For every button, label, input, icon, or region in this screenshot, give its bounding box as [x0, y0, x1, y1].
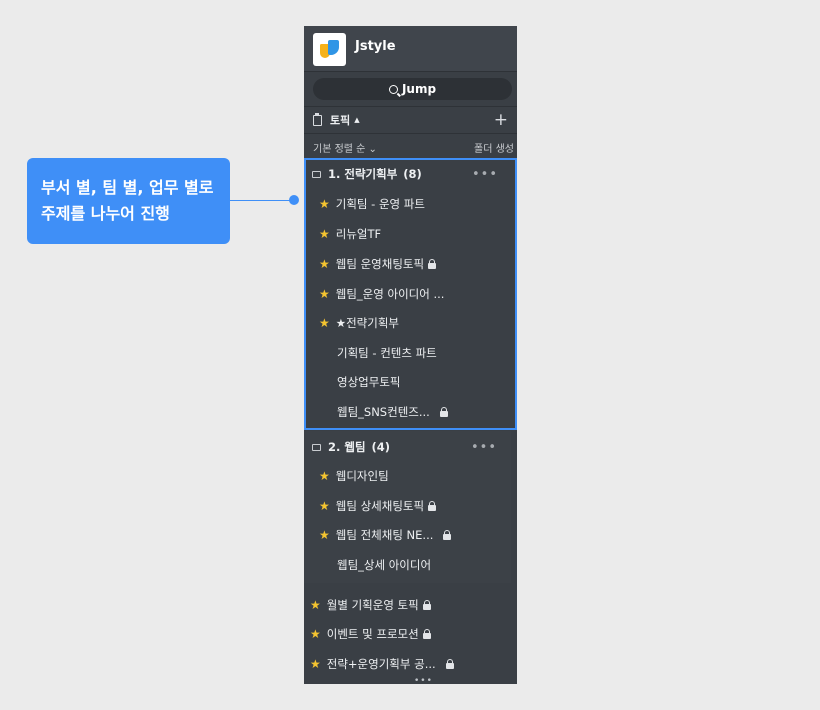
topic-section-label[interactable]: 토픽: [330, 112, 350, 128]
folder-title: 1. 전략기획부: [328, 167, 398, 181]
caret-up-icon[interactable]: ▲: [354, 116, 359, 124]
team-logo: [313, 33, 346, 66]
topic-item[interactable]: ★ 기획팀 - 운영 파트: [319, 194, 425, 214]
more-dots-icon[interactable]: •••: [471, 440, 497, 455]
topic-sidebar: Jstyle Jump 토픽 ▲ + 기본 정렬 순 ⌄ 폴더 생성 1. 전략…: [304, 26, 517, 684]
topic-label: 영상업무토픽: [337, 375, 401, 389]
folder-group-strategy: 1. 전략기획부 (8) ••• ★ 기획팀 - 운영 파트 ★ 리뉴얼TF ★…: [304, 158, 517, 430]
topic-label: 웹팀 상세채팅토픽: [335, 499, 425, 513]
topic-label: 웹팀_SNS컨텐즈...: [337, 405, 430, 419]
topic-label: ★전략기획부: [335, 316, 399, 330]
topic-label: 리뉴얼TF: [335, 227, 382, 241]
topic-label: 웹디자인팀: [335, 469, 389, 483]
jump-button[interactable]: Jump: [313, 78, 512, 100]
topic-label: 이벤트 및 프로모션: [326, 627, 419, 641]
folder-icon: [312, 170, 321, 178]
topic-item[interactable]: ★ 이벤트 및 프로모션: [310, 624, 431, 644]
topic-item[interactable]: ★ ★전략기획부: [319, 313, 399, 333]
topic-label: 웹팀 운영채팅토픽: [335, 257, 425, 271]
topic-label: 기획팀 - 운영 파트: [335, 197, 425, 211]
folder-count: (8): [403, 167, 422, 181]
callout-line-2: 주제를 나누어 진행: [41, 204, 170, 223]
lock-icon: [428, 500, 437, 511]
topic-label: 전략+운영기획부 공...: [326, 657, 436, 671]
star-icon: ★: [319, 257, 330, 271]
team-name: Jstyle: [355, 39, 396, 54]
folder-icon: [312, 443, 321, 451]
more-dots-icon[interactable]: •••: [472, 167, 498, 182]
topic-item[interactable]: ★ 전략+운영기획부 공...: [310, 654, 454, 674]
topic-label: 웹팀_운영 아이디어 ...: [335, 287, 445, 301]
topic-item[interactable]: ★ 웹팀 전체채팅 NE...: [319, 525, 452, 545]
lock-icon: [445, 658, 454, 669]
star-icon: ★: [319, 499, 330, 513]
plus-icon[interactable]: +: [494, 110, 508, 130]
create-folder-button[interactable]: 폴더 생성: [474, 140, 514, 155]
topic-item[interactable]: ★ 웹팀_운영 아이디어 ...: [319, 284, 444, 304]
topic-item[interactable]: 웹팀_SNS컨텐즈...: [337, 402, 467, 422]
annotation-callout: 부서 별, 팀 별, 업무 별로 주제를 나누어 진행: [27, 158, 230, 244]
clipboard-icon: [313, 112, 322, 126]
topic-item[interactable]: ★ 리뉴얼TF: [319, 224, 381, 244]
sort-bar: 기본 정렬 순 ⌄ 폴더 생성: [304, 134, 517, 157]
topic-item[interactable]: ★ 웹팀 상세채팅토픽: [319, 496, 437, 516]
folder-group-web: 2. 웹팀 (4) ••• ★ 웹디자인팀 ★ 웹팀 상세채팅토픽 ★ 웹팀 전…: [304, 431, 511, 583]
sort-dropdown[interactable]: 기본 정렬 순 ⌄: [313, 140, 377, 155]
topic-section-header: 토픽 ▲ +: [304, 107, 517, 134]
folder-header[interactable]: 2. 웹팀 (4) •••: [312, 437, 511, 457]
resize-handle[interactable]: •••: [414, 676, 433, 684]
star-icon: ★: [310, 598, 321, 612]
folder-header[interactable]: 1. 전략기획부 (8) •••: [312, 164, 512, 184]
topic-item[interactable]: ★ 웹팀 운영채팅토픽: [319, 254, 437, 274]
star-icon: ★: [319, 469, 330, 483]
topic-item[interactable]: ★ 웹디자인팀: [319, 466, 389, 486]
star-icon: ★: [319, 287, 330, 301]
lock-icon: [428, 258, 437, 269]
jump-label: Jump: [401, 82, 437, 96]
jump-area: Jump: [304, 72, 517, 107]
star-icon: ★: [310, 657, 321, 671]
topic-item[interactable]: ★ 월별 기획운영 토픽: [310, 595, 431, 615]
search-icon: [388, 84, 398, 94]
topic-item[interactable]: 영상업무토픽: [337, 372, 400, 392]
topic-item[interactable]: 기획팀 - 컨텐츠 파트: [337, 343, 437, 363]
star-icon: ★: [319, 316, 330, 330]
topic-item[interactable]: 웹팀_상세 아이디어: [337, 555, 431, 575]
lock-icon: [422, 628, 431, 639]
callout-connector: [230, 200, 294, 201]
lock-icon: [439, 406, 448, 417]
star-icon: ★: [319, 227, 330, 241]
callout-line-1: 부서 별, 팀 별, 업무 별로: [41, 178, 214, 197]
lock-icon: [422, 599, 431, 610]
topic-label: 웹팀_상세 아이디어: [337, 558, 432, 572]
star-icon: ★: [319, 197, 330, 211]
star-icon: ★: [310, 627, 321, 641]
team-header[interactable]: Jstyle: [304, 26, 517, 72]
topic-label: 기획팀 - 컨텐츠 파트: [337, 346, 437, 360]
topic-label: 월별 기획운영 토픽: [326, 598, 419, 612]
topic-label: 웹팀 전체채팅 NE...: [335, 528, 434, 542]
star-icon: ★: [319, 528, 330, 542]
folder-count: (4): [371, 440, 391, 454]
folder-title: 2. 웹팀: [328, 440, 366, 454]
lock-icon: [443, 529, 452, 540]
callout-dot: [289, 195, 299, 205]
